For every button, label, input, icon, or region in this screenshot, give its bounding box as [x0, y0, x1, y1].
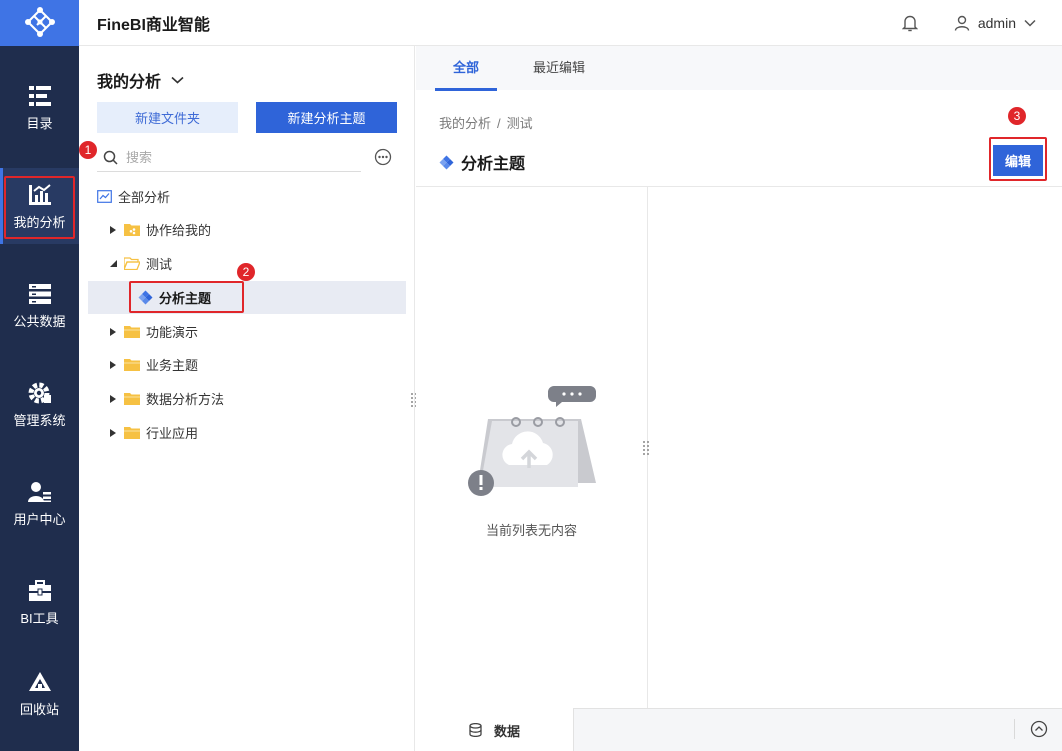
folder-icon — [124, 392, 140, 405]
bottom-separator — [1014, 719, 1015, 739]
annotation-badge-2: 2 — [237, 263, 255, 281]
more-options-icon[interactable] — [374, 148, 392, 166]
collapse-triangle-icon[interactable] — [108, 260, 118, 267]
analysis-chart-icon — [28, 182, 52, 208]
data-tab[interactable]: 数据 — [416, 708, 574, 751]
breadcrumb-item[interactable]: 测试 — [507, 116, 533, 131]
tree-item-industry-apps[interactable]: 行业应用 — [79, 416, 415, 449]
chevron-down-icon — [1024, 19, 1036, 27]
folder-open-icon — [124, 257, 140, 270]
nav-item-user-center[interactable]: 用户中心 — [0, 465, 79, 541]
tree-item-analysis-subject[interactable]: 分析主题 — [88, 281, 406, 314]
nav-item-admin[interactable]: 管理系统 — [0, 366, 79, 442]
folder-icon — [124, 358, 140, 371]
new-folder-button[interactable]: 新建文件夹 — [97, 102, 238, 133]
chevron-up-circle-icon[interactable] — [1030, 720, 1048, 738]
active-tab-indicator — [435, 88, 497, 91]
expand-triangle-icon[interactable] — [108, 225, 118, 234]
left-nav: 目录 我的分析 公共数据 管理系统 用户中心 BI工具 回收站 — [0, 0, 79, 751]
expand-triangle-icon[interactable] — [108, 360, 118, 369]
tree-item-label: 业务主题 — [146, 358, 199, 373]
tree-item-label: 全部分析 — [118, 190, 171, 205]
tree-item-label: 数据分析方法 — [146, 392, 225, 407]
nav-item-label: BI工具 — [20, 611, 59, 626]
new-subject-button[interactable]: 新建分析主题 — [256, 102, 397, 133]
shared-folder-icon — [124, 223, 140, 236]
tab-bar: 全部 最近编辑 — [416, 46, 1062, 91]
empty-state-text: 当前列表无内容 — [485, 523, 577, 538]
nav-item-label: 管理系统 — [13, 413, 66, 428]
content-area: 当前列表无内容 — [416, 186, 1062, 709]
tree-item-all-analysis[interactable]: 全部分析 — [79, 180, 415, 213]
breadcrumb-separator: / — [497, 116, 501, 131]
tab-recent-edit[interactable]: 最近编辑 — [533, 46, 585, 90]
search-input[interactable] — [126, 150, 346, 165]
tree-search — [97, 144, 361, 172]
page-title-text: 分析主题 — [461, 156, 526, 173]
app-logo[interactable] — [0, 0, 79, 46]
data-tab-label: 数据 — [493, 723, 520, 739]
tree-title-text: 我的分析 — [97, 74, 162, 91]
nav-item-label: 用户中心 — [13, 512, 66, 527]
logo-icon — [23, 5, 57, 42]
column-resize-handle[interactable] — [642, 440, 650, 456]
expand-triangle-icon[interactable] — [108, 327, 118, 336]
annotation-badge-1: 1 — [79, 141, 97, 159]
database-icon — [469, 723, 482, 737]
user-icon — [954, 15, 970, 31]
list-icon — [28, 83, 52, 109]
user-menu[interactable]: admin — [954, 15, 1036, 31]
analysis-tree-panel: 我的分析 新建文件夹 新建分析主题 1 全部分析 协作给我的 — [79, 46, 417, 751]
nav-item-bi-tools[interactable]: BI工具 — [0, 564, 79, 640]
nav-item-recycle-bin[interactable]: 回收站 — [0, 655, 79, 731]
nav-item-label: 回收站 — [19, 702, 59, 717]
tree-item-shared-with-me[interactable]: 协作给我的 — [79, 213, 415, 246]
nav-item-label: 目录 — [26, 116, 53, 131]
tree-item-business-subject[interactable]: 业务主题 — [79, 348, 415, 381]
tree-item-analysis-methods[interactable]: 数据分析方法 — [79, 382, 415, 415]
annotation-badge-3: 3 — [1008, 107, 1026, 125]
subject-icon — [439, 155, 454, 170]
tree-item-label: 协作给我的 — [146, 223, 212, 238]
tree-item-label: 分析主题 — [159, 291, 212, 306]
top-bar: FineBI商业智能 admin — [79, 0, 1062, 46]
breadcrumb-item[interactable]: 我的分析 — [439, 116, 491, 131]
main-panel: 全部 最近编辑 我的分析 / 测试 分析主题 3 编辑 当前列表无内容 数据 — [416, 46, 1062, 751]
nav-item-label: 我的分析 — [13, 215, 66, 230]
toolbox-icon — [28, 578, 52, 604]
user-center-icon — [27, 479, 52, 505]
database-icon — [28, 281, 52, 307]
nav-item-label: 公共数据 — [13, 314, 66, 329]
bell-icon[interactable] — [900, 13, 920, 33]
tree-item-label: 测试 — [146, 257, 173, 272]
search-icon — [103, 150, 118, 165]
expand-triangle-icon[interactable] — [108, 394, 118, 403]
tab-all[interactable]: 全部 — [453, 46, 479, 90]
gear-icon — [28, 380, 52, 406]
nav-item-catalog[interactable]: 目录 — [0, 69, 79, 145]
edit-button[interactable]: 编辑 — [993, 145, 1043, 176]
tree-item-label: 功能演示 — [146, 325, 199, 340]
empty-illustration-icon — [466, 383, 598, 501]
tree-item-label: 行业应用 — [146, 426, 199, 441]
bottom-bar: 数据 — [416, 708, 1062, 751]
app-title: FineBI商业智能 — [97, 16, 210, 34]
nav-item-public-data[interactable]: 公共数据 — [0, 267, 79, 343]
recycle-icon — [28, 669, 52, 695]
nav-item-my-analysis[interactable]: 我的分析 — [0, 168, 79, 244]
username: admin — [977, 15, 1016, 31]
analysis-icon — [97, 190, 112, 203]
chevron-down-icon — [171, 76, 184, 84]
tree-item-feature-demo[interactable]: 功能演示 — [79, 315, 415, 348]
breadcrumb: 我的分析 / 测试 — [439, 113, 533, 132]
page-title: 分析主题 — [439, 150, 525, 174]
expand-triangle-icon[interactable] — [108, 428, 118, 437]
tree-title[interactable]: 我的分析 — [97, 68, 184, 92]
folder-icon — [124, 325, 140, 338]
folder-icon — [124, 426, 140, 439]
subject-icon — [138, 290, 153, 305]
